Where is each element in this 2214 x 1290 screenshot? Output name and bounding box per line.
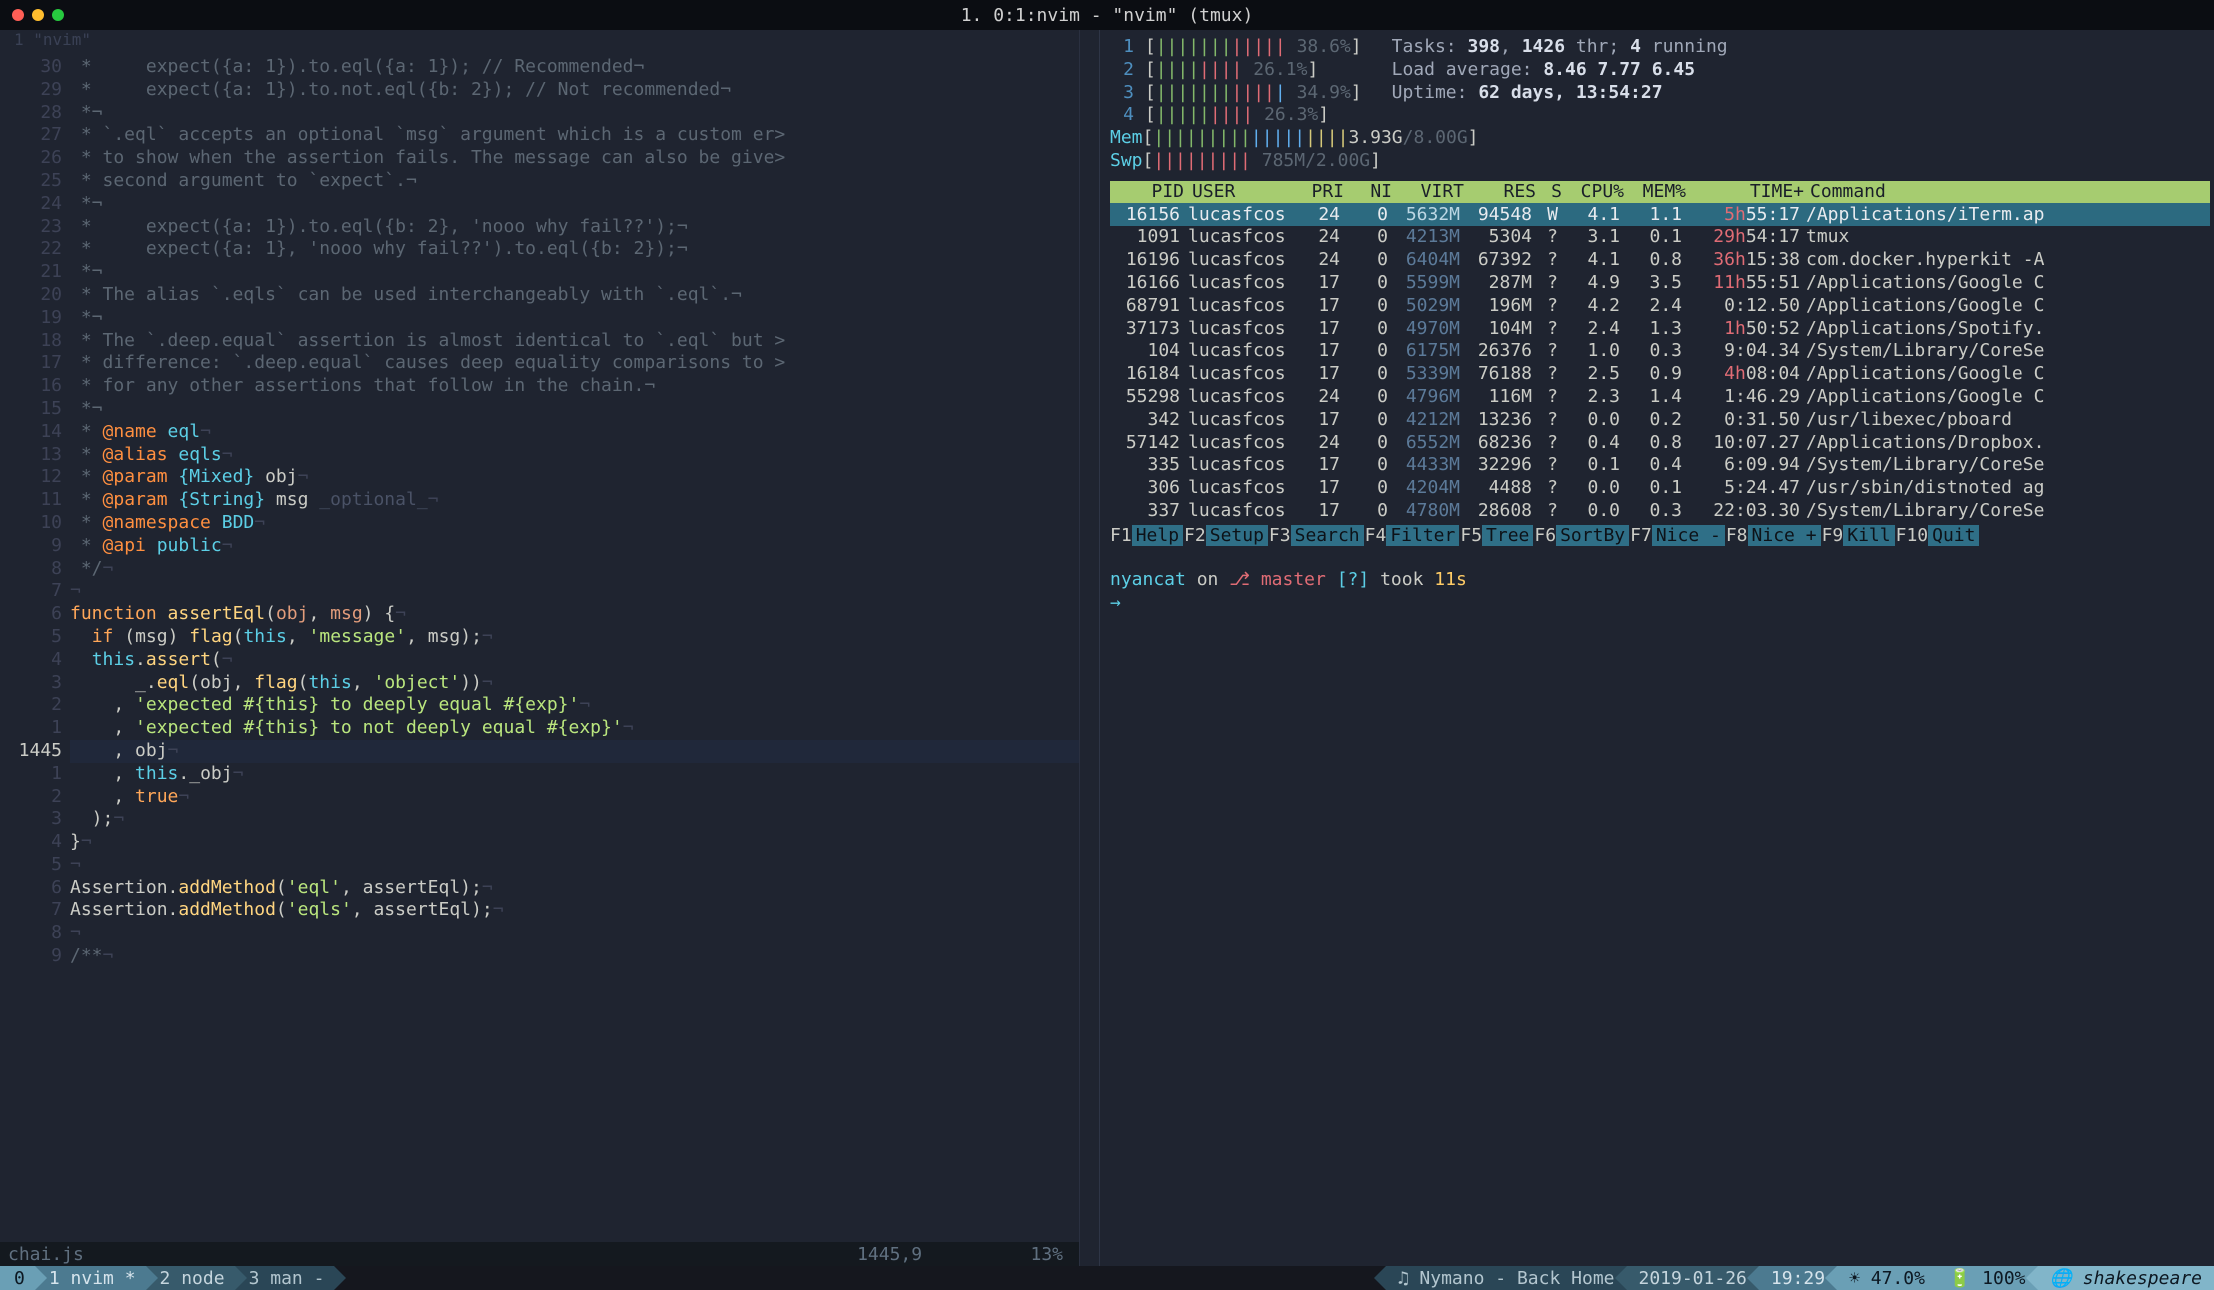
process-row[interactable]: 342lucasfcos1704212M13236?0.00.20:31.50/… <box>1110 408 2210 431</box>
fkey-hint: F8 <box>1726 525 1748 546</box>
fkey-button[interactable]: Search <box>1291 525 1364 546</box>
minimize-icon[interactable] <box>32 9 44 21</box>
close-icon[interactable] <box>12 9 24 21</box>
proc-col-cpu[interactable]: CPU% <box>1562 181 1624 202</box>
proc-col-res[interactable]: RES <box>1464 181 1536 202</box>
tmux-statusbar: 01 nvim *2 node3 man - ♫ Nymano - Back Ho… <box>0 1266 2214 1290</box>
editor-body[interactable]: 3029282726252423222120191817161514131211… <box>0 52 1079 1242</box>
workspace: 1 "nvim" 3029282726252423222120191817161… <box>0 30 2214 1266</box>
shell-prompt[interactable]: nyancat on ⎇ master [?] took 11s → <box>1110 569 2210 615</box>
tmux-window-tab[interactable]: 0 <box>0 1266 35 1290</box>
cpu-meters-column: 1 [|||||||||||| 38.6%]2 [|||||||| 26.1%]… <box>1110 36 1362 127</box>
fkey-button[interactable]: Tree <box>1482 525 1533 546</box>
htop-header: 1 [|||||||||||| 38.6%]2 [|||||||| 26.1%]… <box>1110 36 2210 127</box>
process-row[interactable]: 55298lucasfcos2404796M116M?2.31.41:46.29… <box>1110 385 2210 408</box>
process-row[interactable]: 16196lucasfcos2406404M67392?4.10.836h15:… <box>1110 248 2210 271</box>
tmux-window-tab[interactable]: 2 node <box>146 1266 235 1290</box>
git-branch-icon: ⎇ <box>1229 569 1250 590</box>
tmux-status-segment: ☀ 47.0% <box>1837 1266 1937 1290</box>
zoom-icon[interactable] <box>52 9 64 21</box>
fkey-hint: F6 <box>1534 525 1556 546</box>
fkey-hint: F2 <box>1184 525 1206 546</box>
proc-col-mem[interactable]: MEM% <box>1624 181 1686 202</box>
tmux-status-segment: ♫ Nymano - Back Home <box>1386 1266 1627 1290</box>
tmux-status-segment: 2019-01-26 <box>1627 1266 1759 1290</box>
proc-col-s[interactable]: S <box>1536 181 1562 202</box>
process-row[interactable]: 68791lucasfcos1705029M196M?4.22.40:12.50… <box>1110 294 2210 317</box>
proc-col-pri[interactable]: PRI <box>1294 181 1344 202</box>
editor-pane[interactable]: 1 "nvim" 3029282726252423222120191817161… <box>0 30 1080 1266</box>
fkey-hint: F4 <box>1365 525 1387 546</box>
process-table-header[interactable]: PIDUSERPRINIVIRTRESSCPU%MEM%TIME+Command <box>1110 181 2210 203</box>
status-file: chai.js <box>8 1244 84 1265</box>
process-row[interactable]: 37173lucasfcos1704970M104M?2.41.31h50:52… <box>1110 317 2210 340</box>
status-cursor-pos: 1445,9 <box>857 1244 922 1265</box>
fkey-hint: F10 <box>1896 525 1929 546</box>
fkey-button[interactable]: Nice + <box>1748 525 1821 546</box>
fkey-button[interactable]: SortBy <box>1556 525 1629 546</box>
proc-col-time[interactable]: TIME+ <box>1686 181 1804 202</box>
pane-separator[interactable] <box>1080 30 1100 1266</box>
process-row[interactable]: 306lucasfcos1704204M4488?0.00.15:24.47/u… <box>1110 476 2210 499</box>
fkey-button[interactable]: Nice - <box>1652 525 1725 546</box>
htop-fkeys: F1Help F2Setup F3SearchF4FilterF5Tree F6… <box>1110 524 2210 547</box>
process-row[interactable]: 16156lucasfcos2405632M94548W4.11.15h55:1… <box>1110 203 2210 226</box>
prompt-on: on <box>1197 569 1219 590</box>
right-pane[interactable]: 1 [|||||||||||| 38.6%]2 [|||||||| 26.1%]… <box>1100 30 2214 1266</box>
git-dirty-mark: [?] <box>1337 569 1370 590</box>
fkey-button[interactable]: Setup <box>1206 525 1268 546</box>
editor-statusline: chai.js 1445,9 13% <box>0 1242 1079 1266</box>
prompt-took: took <box>1380 569 1423 590</box>
fkey-hint: F7 <box>1630 525 1652 546</box>
window-title: 1. 0:1:nvim - "nvim" (tmux) <box>961 5 1254 26</box>
process-row[interactable]: 16184lucasfcos1705339M76188?2.50.94h08:0… <box>1110 362 2210 385</box>
status-scroll-pct: 13% <box>1030 1244 1063 1265</box>
proc-col-command[interactable]: Command <box>1804 181 2206 202</box>
fkey-button[interactable]: Quit <box>1928 525 1979 546</box>
prompt-duration: 11s <box>1434 569 1467 590</box>
fkey-hint: F3 <box>1269 525 1291 546</box>
tmux-status-segment: 🔋 100% <box>1937 1266 2038 1290</box>
editor-tab: 1 "nvim" <box>0 30 1079 52</box>
prompt-arrow-icon: → <box>1110 592 1121 613</box>
fkey-hint: F5 <box>1460 525 1482 546</box>
htop-info-column: Tasks: 398, 1426 thr; 4 running Load ave… <box>1392 36 1728 127</box>
memory-meters: Mem[||||||||||||||||||3.93G/8.00G]Swp[||… <box>1110 127 2210 173</box>
code-area[interactable]: * expect({a: 1}).to.eql({a: 1}); // Reco… <box>70 56 1079 1242</box>
tmux-status-segment: 🌐 shakespeare <box>2038 1266 2214 1290</box>
process-table-body[interactable]: 16156lucasfcos2405632M94548W4.11.15h55:1… <box>1110 203 2210 522</box>
git-branch: master <box>1261 569 1326 590</box>
proc-col-virt[interactable]: VIRT <box>1392 181 1464 202</box>
process-row[interactable]: 57142lucasfcos2406552M68236?0.40.810:07.… <box>1110 431 2210 454</box>
fkey-hint: F9 <box>1822 525 1844 546</box>
proc-col-ni[interactable]: NI <box>1344 181 1392 202</box>
window-titlebar: 1. 0:1:nvim - "nvim" (tmux) <box>0 0 2214 30</box>
fkey-hint: F1 <box>1110 525 1132 546</box>
fkey-button[interactable]: Help <box>1132 525 1183 546</box>
tmux-window-tab[interactable]: 1 nvim * <box>35 1266 146 1290</box>
fkey-button[interactable]: Filter <box>1386 525 1459 546</box>
process-row[interactable]: 104lucasfcos1706175M26376?1.00.39:04.34/… <box>1110 340 2210 363</box>
process-row[interactable]: 1091lucasfcos2404213M5304?3.10.129h54:17… <box>1110 226 2210 249</box>
proc-col-user[interactable]: USER <box>1184 181 1294 202</box>
proc-col-pid[interactable]: PID <box>1114 181 1184 202</box>
line-gutter: 3029282726252423222120191817161514131211… <box>0 56 70 1242</box>
process-row[interactable]: 337lucasfcos1704780M28608?0.00.322:03.30… <box>1110 499 2210 522</box>
prompt-cwd: nyancat <box>1110 569 1186 590</box>
process-row[interactable]: 335lucasfcos1704433M32296?0.10.46:09.94/… <box>1110 454 2210 477</box>
process-row[interactable]: 16166lucasfcos1705599M287M?4.93.511h55:5… <box>1110 271 2210 294</box>
fkey-button[interactable]: Kill <box>1843 525 1894 546</box>
traffic-lights <box>12 9 64 21</box>
tmux-window-tab[interactable]: 3 man - <box>235 1266 335 1290</box>
